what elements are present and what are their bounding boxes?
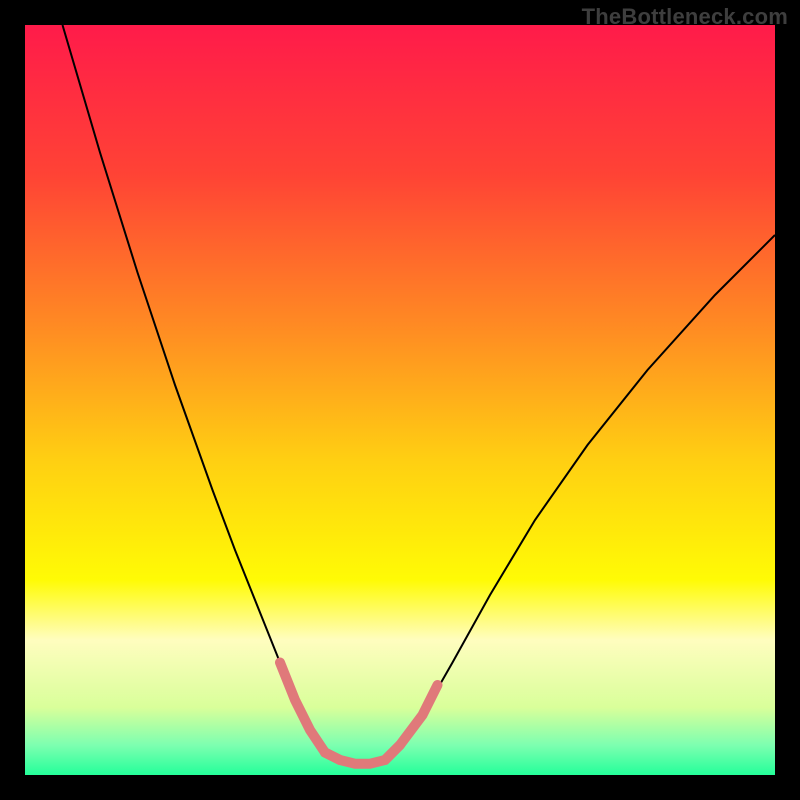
series-right-curve bbox=[385, 235, 775, 760]
plot-area bbox=[25, 25, 775, 775]
chart-frame: TheBottleneck.com bbox=[0, 0, 800, 800]
series-right-pink-segment bbox=[385, 685, 438, 760]
series-left-pink-segment bbox=[280, 663, 340, 761]
series-left-curve bbox=[63, 25, 341, 760]
watermark-text: TheBottleneck.com bbox=[582, 4, 788, 30]
curve-layer bbox=[25, 25, 775, 775]
